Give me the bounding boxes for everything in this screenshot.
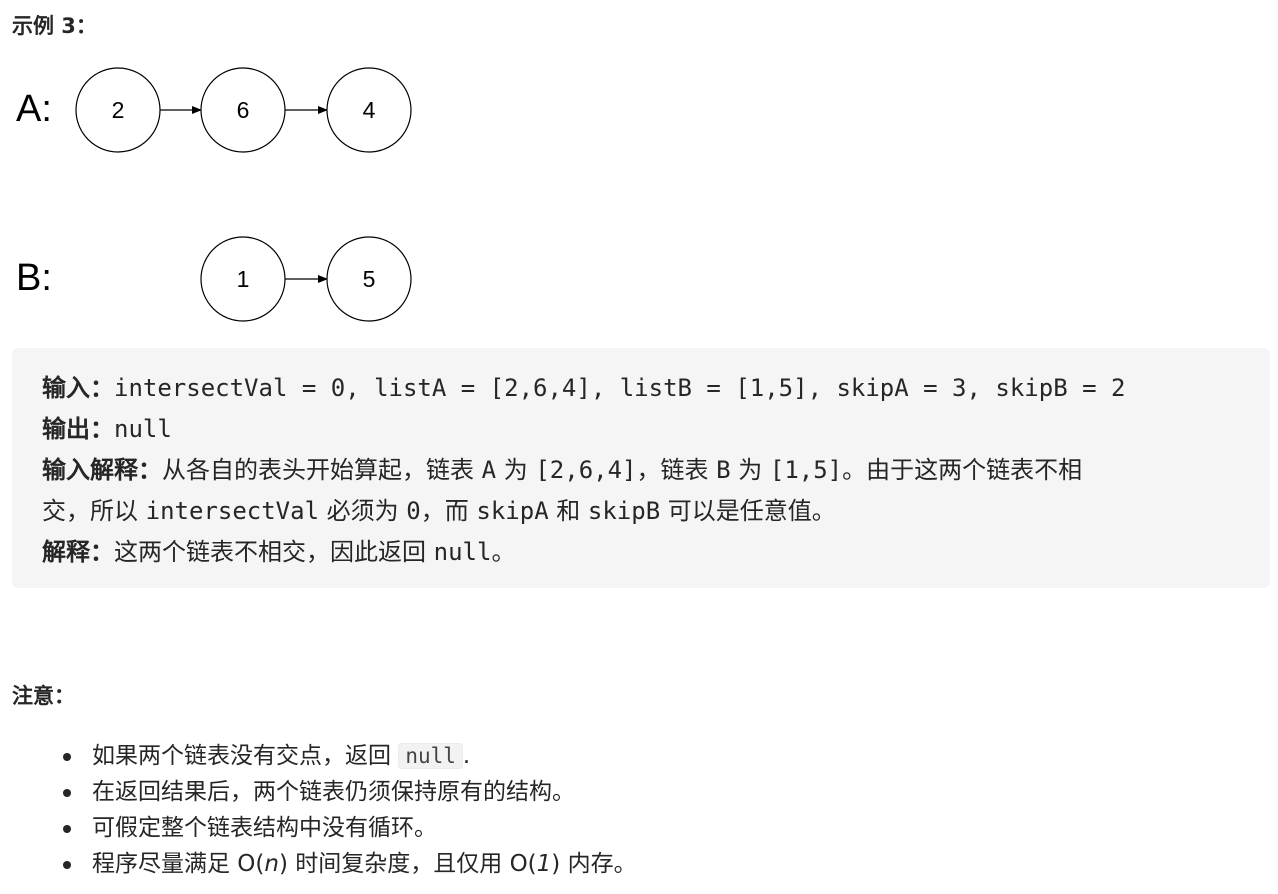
input-explain-part: 可以是任意值。	[660, 497, 836, 525]
input-explain-code: 0	[406, 497, 421, 525]
note-text: 程序尽量满足 O(	[92, 851, 265, 877]
input-text: intersectVal = 0, listA = [2,6,4], listB…	[114, 374, 1126, 402]
explain-part: 。	[491, 538, 516, 566]
note-italic: n	[264, 851, 279, 877]
input-explain-code: [2,6,4]	[535, 456, 637, 484]
note-text: ) 时间复杂度，且仅用 O(	[278, 851, 537, 877]
output-label: 输出：	[42, 415, 114, 443]
input-explain-code: B	[716, 456, 731, 484]
input-explain-line-2: 交，所以 intersectVal 必须为 0，而 skipA 和 skipB …	[42, 491, 1240, 532]
notes-list: 如果两个链表没有交点，返回 null. 在返回结果后，两个链表仍须保持原有的结构…	[12, 738, 637, 882]
list-a-label: A:	[16, 88, 52, 130]
input-label: 输入：	[42, 374, 114, 402]
input-explain-part: 和	[548, 497, 588, 525]
input-explain-part: 交，所以	[42, 497, 146, 525]
example-heading: 示例 3：	[12, 14, 97, 38]
note-text: 可假定整个链表结构中没有循环。	[92, 815, 437, 841]
input-explain-code: [1,5]	[769, 456, 843, 484]
input-explain-code: skipA	[476, 497, 549, 525]
input-explain-line-1: 输入解释：从各自的表头开始算起，链表 A 为 [2,6,4]，链表 B 为 [1…	[42, 450, 1240, 491]
linked-list-diagram-svg: A: 2 6 4 B: 1 5	[16, 67, 412, 322]
list-a-node-1-value: 2	[112, 97, 125, 123]
input-explain-code: intersectVal	[145, 497, 320, 525]
note-text: 如果两个链表没有交点，返回	[92, 743, 399, 769]
note-item: 在返回结果后，两个链表仍须保持原有的结构。	[12, 774, 637, 810]
input-explain-part: 必须为	[319, 497, 407, 525]
note-inline-code: null	[398, 743, 463, 769]
linked-list-diagram: A: 2 6 4 B: 1 5	[0, 60, 440, 335]
list-a-node-3-value: 4	[363, 97, 376, 123]
note-text: .	[462, 743, 471, 769]
explain-line: 解释：这两个链表不相交，因此返回 null。	[42, 532, 1240, 573]
list-b-node-1-value: 1	[237, 266, 250, 292]
input-explain-part: ，而	[420, 497, 477, 525]
input-explain-label: 输入解释：	[42, 456, 162, 484]
notes-heading: 注意：	[12, 684, 75, 708]
note-text: 在返回结果后，两个链表仍须保持原有的结构。	[92, 779, 575, 805]
note-item: 如果两个链表没有交点，返回 null.	[12, 738, 637, 774]
note-text: ) 内存。	[551, 851, 637, 877]
explain-label: 解释：	[42, 538, 114, 566]
input-explain-part: 为	[496, 456, 536, 484]
input-explain-code: skipB	[587, 497, 661, 525]
input-explain-part: 为	[730, 456, 770, 484]
input-line: 输入：intersectVal = 0, listA = [2,6,4], li…	[42, 368, 1240, 409]
output-line: 输出：null	[42, 409, 1240, 450]
input-explain-part: 从各自的表头开始算起，链表	[162, 456, 482, 484]
note-item: 可假定整个链表结构中没有循环。	[12, 810, 637, 846]
note-italic: 1	[536, 851, 552, 877]
example-io-block: 输入：intersectVal = 0, listA = [2,6,4], li…	[12, 348, 1270, 588]
output-text: null	[114, 415, 172, 443]
explain-code: null	[433, 538, 492, 566]
list-b-label: B:	[16, 257, 52, 299]
input-explain-part: ，链表	[636, 456, 717, 484]
input-explain-part: 。由于这两个链表不相	[842, 456, 1083, 484]
note-item: 程序尽量满足 O(n) 时间复杂度，且仅用 O(1) 内存。	[12, 846, 637, 882]
list-a-node-2-value: 6	[237, 97, 250, 123]
explain-part: 这两个链表不相交，因此返回	[114, 538, 434, 566]
input-explain-code: A	[481, 456, 497, 484]
list-b-node-2-value: 5	[363, 266, 376, 292]
